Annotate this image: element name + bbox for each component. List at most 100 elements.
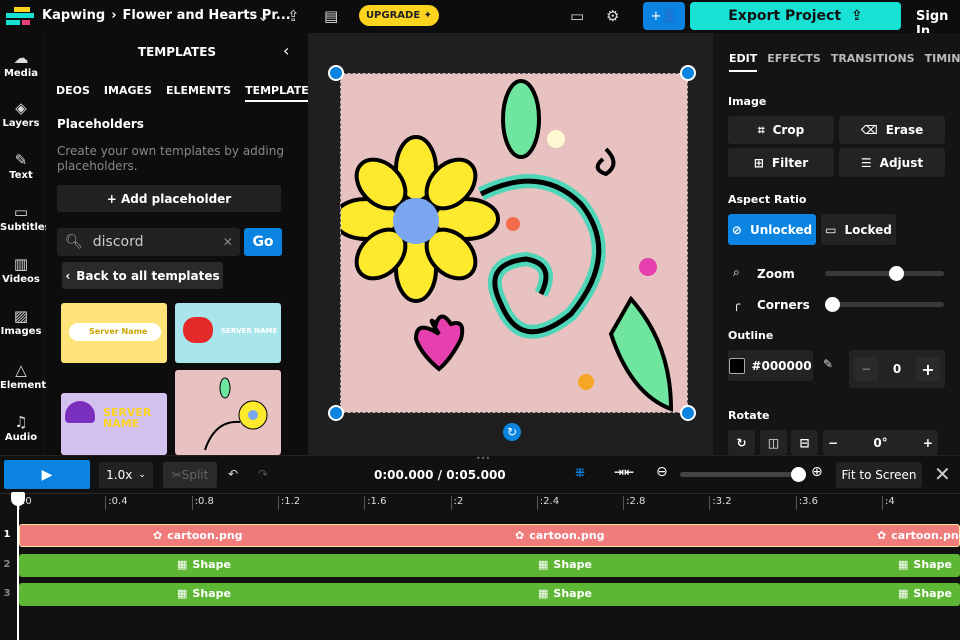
rail-label: Videos xyxy=(2,274,40,285)
canvas-artboard[interactable] xyxy=(332,73,688,413)
close-timeline-icon[interactable]: ✕ xyxy=(934,462,951,486)
subtitles-icon[interactable]: ▤ xyxy=(324,7,338,25)
export-project-button[interactable]: Export Project ⇪ xyxy=(690,2,901,30)
tab-timing[interactable]: TIMING xyxy=(925,52,960,72)
corners-slider[interactable] xyxy=(825,297,944,312)
template-thumb-server-name-yellow[interactable]: Server Name xyxy=(61,303,167,363)
rail-item-videos[interactable]: ▥ Videos xyxy=(0,255,42,285)
tab-videos[interactable]: DEOS xyxy=(56,84,90,102)
corners-icon: ╭ xyxy=(733,297,741,311)
template-thumb-mushroom[interactable]: SERVER NAME xyxy=(61,393,167,455)
crop-button[interactable]: ⌗ Crop xyxy=(728,116,834,144)
locked-button[interactable]: ▭ Locked xyxy=(821,214,896,245)
tab-elements[interactable]: ELEMENTS xyxy=(166,84,231,102)
zoom-slider[interactable] xyxy=(825,266,944,281)
search-input[interactable] xyxy=(92,234,213,250)
decrease-rotate-button[interactable]: − xyxy=(828,436,838,450)
clear-search-icon[interactable]: ✕ xyxy=(223,235,233,249)
rail-item-text[interactable]: ✎ Text xyxy=(0,151,42,181)
track-number: 3 xyxy=(3,588,11,599)
rotate-icon: ↻ xyxy=(736,435,747,450)
rail-item-layers[interactable]: ◈ Layers xyxy=(0,99,42,129)
zoom-slider-knob[interactable] xyxy=(889,266,905,281)
timeline-zoom-knob[interactable] xyxy=(790,467,806,482)
timeline-zoom-slider[interactable] xyxy=(680,467,806,482)
tab-templates[interactable]: TEMPLATES xyxy=(245,84,308,102)
brand-link[interactable]: Kapwing xyxy=(42,8,105,23)
rotate-button[interactable]: ↻ xyxy=(728,430,755,455)
resize-handle-top-right[interactable] xyxy=(680,65,696,81)
eyedropper-icon[interactable]: ✎ xyxy=(823,357,833,371)
split-button[interactable]: ✂ Split xyxy=(163,462,217,488)
unlocked-button[interactable]: ⊘ Unlocked xyxy=(728,214,816,245)
playhead-handle[interactable] xyxy=(11,492,25,506)
thumb-text: SERVER NAME xyxy=(103,406,152,430)
flip-vertical-button[interactable]: ⊟ xyxy=(791,430,818,455)
rail-item-elements[interactable]: △ Elements xyxy=(0,361,52,391)
add-user-button[interactable]: +👤 xyxy=(643,2,685,30)
redo-icon[interactable]: ↷ xyxy=(258,467,268,481)
resize-grip-icon[interactable]: ••• xyxy=(476,454,490,463)
play-button[interactable]: ▶ xyxy=(4,460,90,489)
rotate-value[interactable]: 0° xyxy=(873,436,887,450)
zoom-in-icon[interactable]: ⊕ xyxy=(811,464,823,480)
increase-rotate-button[interactable]: + xyxy=(923,436,933,450)
back-to-templates-button[interactable]: ‹ Back to all templates xyxy=(62,262,223,289)
rotate-handle-icon[interactable]: ↻ xyxy=(503,423,521,441)
upgrade-button[interactable]: UPGRADE ✦ xyxy=(359,5,439,26)
track-shape-1[interactable]: ▦ Shape ▦ Shape ▦ Shape xyxy=(19,554,960,577)
kapwing-logo[interactable] xyxy=(6,7,34,27)
template-thumb-cat[interactable]: SERVER NAME xyxy=(175,303,281,363)
resize-handle-top-left[interactable] xyxy=(328,65,344,81)
increase-outline-button[interactable]: + xyxy=(915,357,940,381)
tab-edit[interactable]: EDIT xyxy=(729,52,758,72)
fit-to-screen-button[interactable]: Fit to Screen xyxy=(836,462,922,488)
outline-color-picker[interactable]: #000000 xyxy=(728,350,813,381)
speed-dropdown[interactable]: 1.0x ⌄ xyxy=(99,462,153,488)
corners-slider-knob[interactable] xyxy=(825,297,840,312)
fit-split-icon[interactable]: ⇥⇤ xyxy=(614,465,634,479)
film-icon: ▥ xyxy=(13,255,29,273)
rail-item-media[interactable]: ☁ Media xyxy=(0,49,42,79)
decrease-outline-button[interactable]: − xyxy=(854,357,878,381)
upload-icon[interactable]: ⇪ xyxy=(287,7,300,25)
flower-thumb-icon: ✿ xyxy=(515,529,525,542)
go-button[interactable]: Go xyxy=(244,228,282,256)
rotate-stepper: − 0° + xyxy=(823,430,938,455)
chevron-down-icon[interactable]: ⌄ xyxy=(257,7,270,25)
tab-images[interactable]: IMAGES xyxy=(104,84,152,102)
outline-width-value[interactable]: 0 xyxy=(893,362,901,376)
undo-icon[interactable]: ↶ xyxy=(228,467,238,481)
rail-item-images[interactable]: ▨ Images xyxy=(0,307,42,337)
ruler-tick: :4 xyxy=(882,496,895,510)
shape-icon: ▦ xyxy=(538,587,549,600)
resize-handle-bottom-right[interactable] xyxy=(680,405,696,421)
template-search: 🔍︎ ✕ xyxy=(57,228,240,256)
flower-thumbnail xyxy=(204,377,268,451)
erase-button[interactable]: ⌫ Erase xyxy=(839,116,945,144)
template-thumb-flower[interactable] xyxy=(175,370,281,455)
sliders-icon: ☰ xyxy=(860,155,872,170)
filter-button[interactable]: ⊞ Filter xyxy=(728,148,834,177)
resize-handle-bottom-left[interactable] xyxy=(328,405,344,421)
playhead[interactable] xyxy=(17,496,19,640)
clip-label: ✿ cartoon.png xyxy=(153,529,243,542)
snap-icon[interactable]: ⁜ xyxy=(575,466,585,480)
subtitles-icon: ▭ xyxy=(13,203,29,221)
collapse-panel-icon[interactable]: ‹ xyxy=(283,41,289,60)
track-shape-2[interactable]: ▦ Shape ▦ Shape ▦ Shape xyxy=(19,583,960,606)
tab-effects[interactable]: EFFECTS xyxy=(767,52,821,72)
tab-transitions[interactable]: TRANSITIONS xyxy=(831,52,915,72)
crop-icon: ⌗ xyxy=(757,122,765,137)
track-cartoon-png[interactable]: ✿ cartoon.png ✿ cartoon.png ✿ cartoon.png xyxy=(19,524,960,547)
add-placeholder-button[interactable]: + Add placeholder xyxy=(57,185,281,212)
zoom-icon: ⌕ xyxy=(733,265,740,279)
eraser-icon: ⌫ xyxy=(860,123,878,137)
flip-horizontal-button[interactable]: ◫ xyxy=(760,430,787,455)
gear-icon[interactable]: ⚙ xyxy=(606,7,619,25)
zoom-out-icon[interactable]: ⊖ xyxy=(656,464,668,480)
rail-item-audio[interactable]: ♫ Audio xyxy=(0,413,42,443)
rail-item-subtitles[interactable]: ▭ Subtitles xyxy=(0,203,51,233)
adjust-button[interactable]: ☰ Adjust xyxy=(839,148,945,177)
comment-icon[interactable]: ▭ xyxy=(570,7,584,25)
